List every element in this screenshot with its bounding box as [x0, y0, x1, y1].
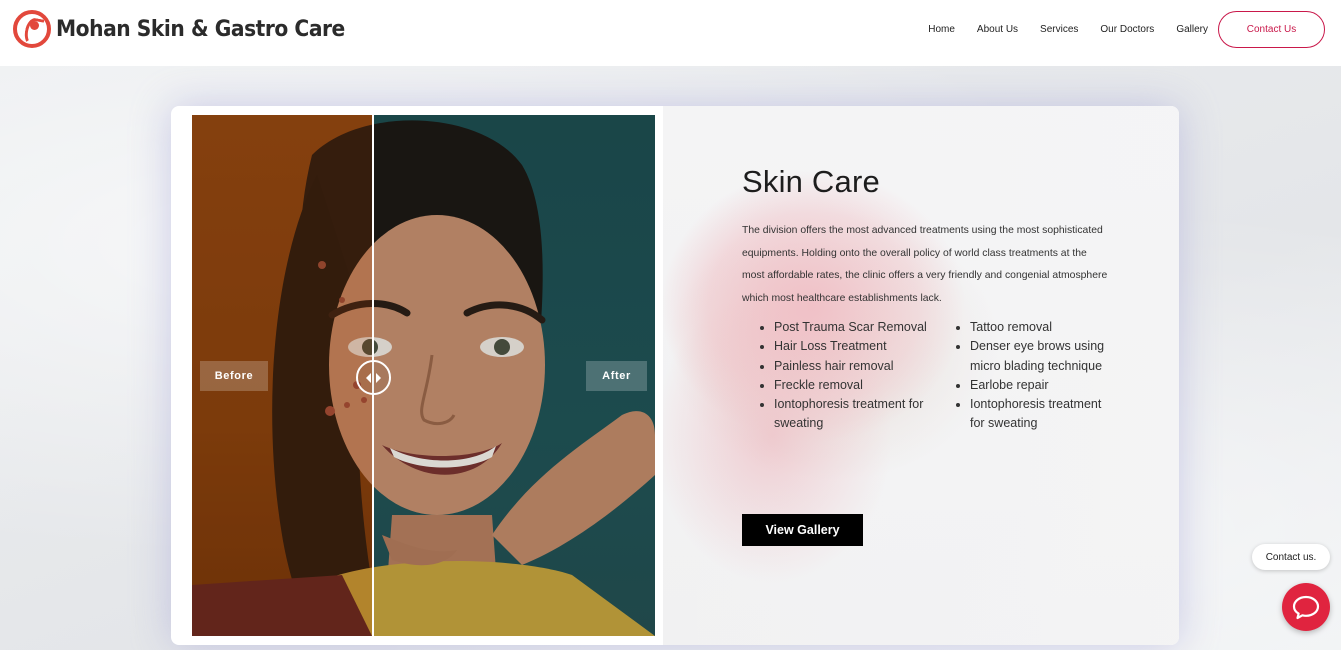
- site-logo[interactable]: Mohan Skin & Gastro Care: [13, 10, 370, 48]
- main-nav: Home About Us Services Our Doctors Galle…: [928, 11, 1325, 48]
- skin-care-content: Skin Care The division offers the most a…: [742, 164, 1112, 434]
- list-item: Iontophoresis treatment for sweating: [774, 395, 932, 434]
- section-title: Skin Care: [742, 164, 880, 199]
- list-item: Post Trauma Scar Removal: [774, 318, 932, 337]
- list-item: Denser eye brows using micro blading tec…: [970, 337, 1112, 376]
- arrow-left-icon: [366, 372, 371, 383]
- nav-home[interactable]: Home: [928, 24, 955, 35]
- treatment-list-left: Post Trauma Scar Removal Hair Loss Treat…: [742, 318, 932, 434]
- list-item: Freckle removal: [774, 376, 932, 395]
- nav-our-doctors[interactable]: Our Doctors: [1100, 24, 1154, 35]
- arrow-right-icon: [376, 372, 381, 383]
- site-header: Mohan Skin & Gastro Care Home About Us S…: [0, 0, 1341, 66]
- nav-about-us[interactable]: About Us: [977, 24, 1018, 35]
- list-item: Tattoo removal: [970, 318, 1112, 337]
- view-gallery-button[interactable]: View Gallery: [742, 514, 863, 546]
- nav-gallery[interactable]: Gallery: [1176, 24, 1208, 35]
- after-label: After: [586, 361, 647, 391]
- skin-care-card: Before After Skin Care The division offe…: [171, 106, 1179, 645]
- nav-services[interactable]: Services: [1040, 24, 1078, 35]
- chat-button[interactable]: [1282, 583, 1330, 631]
- contact-us-button[interactable]: Contact Us: [1218, 11, 1325, 48]
- chat-bubble-icon: [1292, 595, 1320, 620]
- before-label: Before: [200, 361, 268, 391]
- list-item: Iontophoresis treatment for sweating: [970, 395, 1112, 434]
- contact-us-bubble[interactable]: Contact us.: [1252, 544, 1330, 570]
- before-after-slider[interactable]: Before After: [192, 115, 655, 636]
- logo-icon: [13, 10, 51, 48]
- treatment-list-right: Tattoo removal Denser eye brows using mi…: [932, 318, 1112, 434]
- list-item: Painless hair removal: [774, 357, 932, 376]
- list-item: Hair Loss Treatment: [774, 337, 932, 356]
- treatment-lists: Post Trauma Scar Removal Hair Loss Treat…: [742, 318, 1112, 434]
- section-description: The division offers the most advanced tr…: [742, 225, 1108, 304]
- logo-text: Mohan Skin & Gastro Care: [56, 16, 345, 42]
- slider-handle-icon[interactable]: [356, 360, 391, 395]
- list-item: Earlobe repair: [970, 376, 1112, 395]
